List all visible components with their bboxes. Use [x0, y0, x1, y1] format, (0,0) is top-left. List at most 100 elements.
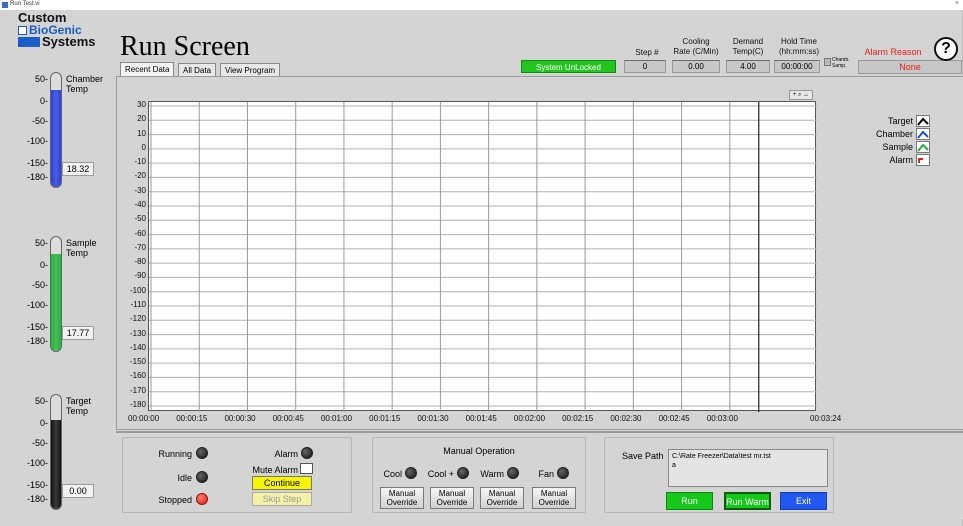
- legend-swatch-icon: [916, 140, 930, 153]
- x-tick-label: 00:03:24: [810, 414, 842, 423]
- hold-time-label-1: Hold Time: [780, 37, 817, 46]
- thermo-tick: 50-: [34, 396, 48, 406]
- warm-led: [507, 467, 519, 479]
- legend-item[interactable]: Alarm: [836, 153, 930, 166]
- override-text-2: Override: [538, 498, 570, 507]
- skip-step-button[interactable]: Skip Step: [252, 492, 312, 506]
- fan-led: [557, 467, 569, 479]
- alarm-led: [301, 447, 313, 459]
- legend-swatch-icon: [916, 114, 930, 127]
- thermometer-label-2: Temp: [66, 406, 89, 416]
- x-tick-label: 00:00:15: [176, 414, 208, 423]
- cool-plus-label: Cool +: [427, 469, 454, 479]
- thermometer-fill: [51, 90, 61, 187]
- fan-manual-override-button[interactable]: Manual Override: [532, 487, 576, 509]
- y-tick-label: -180: [129, 400, 146, 409]
- thermometer-label: Target: [66, 396, 92, 406]
- x-tick-label: 00:00:45: [272, 414, 304, 423]
- cooling-rate-value: 0.00: [672, 60, 720, 73]
- tab-recent-data[interactable]: Recent Data: [120, 62, 175, 77]
- thermo-tick: -180-: [26, 494, 48, 504]
- legend-swatch-icon: [916, 153, 930, 166]
- tab-view-program[interactable]: View Program: [220, 63, 281, 77]
- thermo-tick: -50-: [31, 438, 48, 448]
- step-label: Step #: [635, 48, 659, 57]
- y-tick-label: -140: [129, 342, 146, 352]
- chamb-samp-toggle[interactable]: [824, 58, 831, 66]
- y-tick-label: 0: [141, 142, 146, 152]
- run-warm-button[interactable]: Run Warm: [724, 492, 771, 510]
- x-tick-label: 00:01:00: [320, 414, 353, 423]
- thermometer-fill: [51, 420, 61, 509]
- chart-legend: Target Chamber Sample Alarm: [836, 114, 930, 166]
- y-tick-label: -10: [134, 157, 146, 167]
- samp-label: Samp.: [832, 63, 847, 69]
- run-button[interactable]: Run: [666, 492, 713, 510]
- y-tick-label: -170: [129, 385, 146, 395]
- close-icon[interactable]: ×: [955, 0, 959, 7]
- y-tick-label: 10: [137, 128, 146, 138]
- continue-button[interactable]: Continue: [252, 476, 312, 490]
- y-tick-label: -50: [134, 214, 146, 224]
- legend-item[interactable]: Chamber: [836, 127, 930, 140]
- save-path-label: Save Path: [622, 451, 664, 461]
- chart-grid: [149, 102, 817, 412]
- app-icon: [2, 2, 8, 8]
- demand-temp-label-2: Temp(C): [732, 47, 764, 56]
- thermo-tick: -150-: [26, 480, 48, 490]
- y-tick-label: -70: [134, 242, 146, 252]
- thermo-tick: -180-: [26, 336, 48, 346]
- chamb-samp-label: Chamb. Samp.: [832, 57, 850, 69]
- thermometer-label-2: Temp: [66, 248, 89, 258]
- company-logo: Custom BioGenic Systems: [18, 11, 108, 62]
- x-tick-label: 00:02:30: [610, 414, 642, 423]
- mute-alarm-checkbox[interactable]: [300, 463, 313, 474]
- legend-item[interactable]: Sample: [836, 140, 930, 153]
- stopped-led: [196, 493, 208, 505]
- y-tick-label: -130: [129, 328, 146, 338]
- thermo-tick: -100-: [26, 136, 48, 146]
- y-tick-label: -60: [134, 228, 146, 238]
- x-tick-label: 00:01:30: [417, 414, 449, 423]
- cool-manual-override-button[interactable]: Manual Override: [380, 487, 424, 509]
- running-led: [196, 447, 208, 459]
- save-path-value: C:\Rate Freezer\Data\test mr.tst: [672, 453, 771, 460]
- save-path-field[interactable]: C:\Rate Freezer\Data\test mr.tst a: [668, 449, 828, 487]
- y-tick-label: -150: [129, 357, 146, 367]
- alarm-reason-label: Alarm Reason: [864, 47, 922, 57]
- x-tick-label: 00:00:30: [224, 414, 256, 423]
- logo-bar-icon: [18, 37, 40, 47]
- thermometer-label: Sample: [66, 238, 97, 248]
- legend-swatch-icon: [916, 127, 930, 140]
- running-label: Running: [158, 449, 192, 459]
- legend-label: Chamber: [875, 128, 913, 139]
- hold-time-value: 00:00:00: [774, 60, 820, 73]
- legend-item[interactable]: Target: [836, 114, 930, 127]
- demand-temp-label-1: Demand: [732, 37, 764, 46]
- thermo-tick: -150-: [26, 322, 48, 332]
- help-icon[interactable]: ?: [934, 37, 958, 61]
- chart-plot-area[interactable]: [148, 101, 817, 412]
- hold-time-label-2: (hh:mm:ss): [779, 47, 819, 56]
- x-tick-label: 00:01:45: [465, 414, 497, 423]
- graph-palette-icon[interactable]: + ⌕ ↔: [789, 90, 813, 100]
- thermo-tick: -180-: [26, 172, 48, 182]
- override-text-1: Manual: [388, 489, 416, 498]
- window-title: Run Test.vi: [10, 1, 40, 7]
- thermo-tick: -150-: [26, 158, 48, 168]
- y-tick-label: -120: [129, 314, 146, 324]
- y-tick-label: 30: [137, 100, 146, 109]
- y-tick-label: -80: [134, 257, 146, 267]
- tab-all-data[interactable]: All Data: [178, 63, 217, 77]
- thermometer-fill: [51, 254, 61, 351]
- y-tick-label: -30: [134, 185, 146, 195]
- thermo-tick: -50-: [31, 280, 48, 290]
- cool-plus-manual-override-button[interactable]: Manual Override: [430, 487, 474, 509]
- exit-button[interactable]: Exit: [780, 492, 827, 510]
- y-tick-label: -100: [129, 285, 146, 295]
- x-tick-label: 00:02:45: [658, 414, 690, 423]
- thermo-tick: 50-: [34, 238, 48, 248]
- legend-label: Target: [887, 115, 913, 126]
- warm-manual-override-button[interactable]: Manual Override: [480, 487, 524, 509]
- alarm-reason-value: None: [858, 60, 962, 74]
